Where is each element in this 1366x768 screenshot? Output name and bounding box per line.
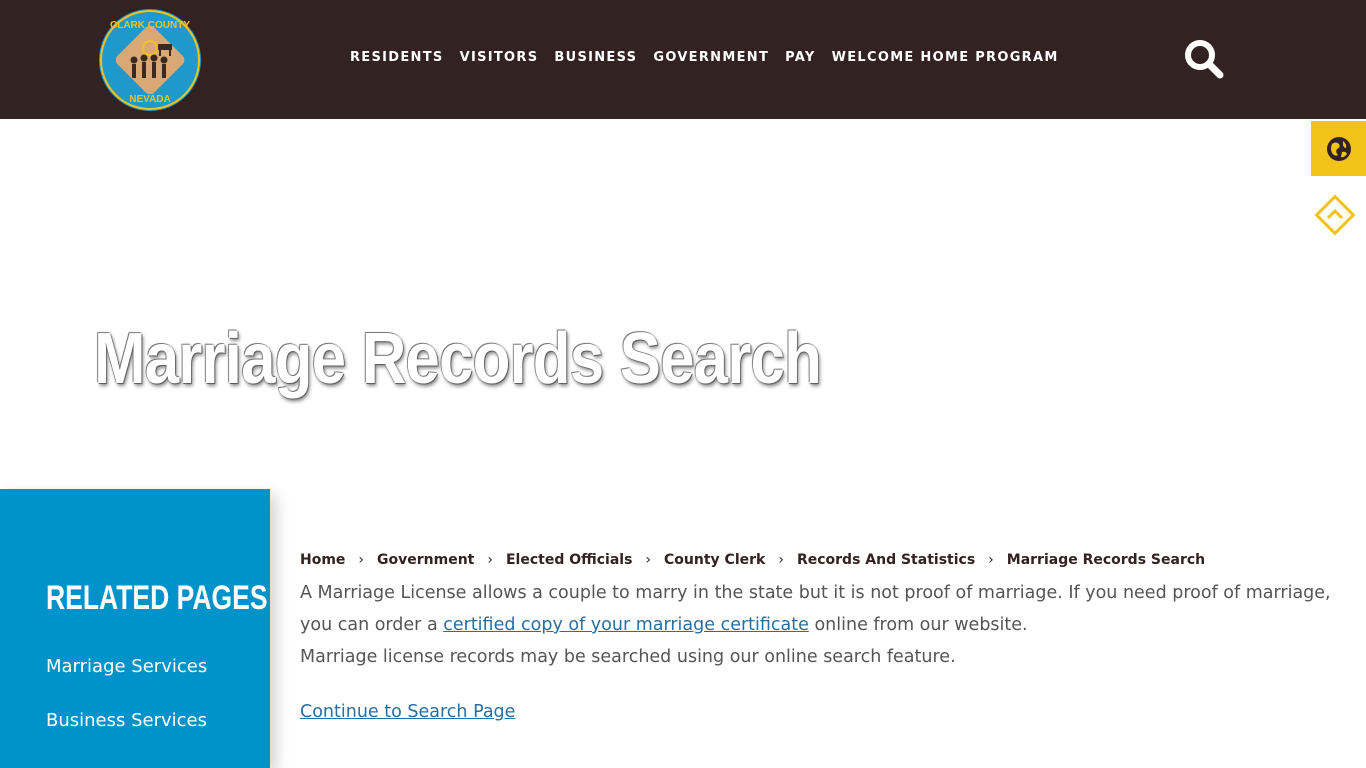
related-pages-sidebar: RELATED PAGES Marriage Services Business… bbox=[0, 489, 270, 768]
related-link-business-services[interactable]: Business Services bbox=[46, 710, 207, 731]
breadcrumb-chevron-icon: › bbox=[645, 552, 652, 568]
back-to-top-button[interactable] bbox=[1313, 193, 1357, 237]
breadcrumb-records-and-statistics[interactable]: Records And Statistics bbox=[797, 552, 975, 568]
intro-paragraph: A Marriage License allows a couple to ma… bbox=[300, 577, 1350, 641]
certified-copy-link[interactable]: certified copy of your marriage certific… bbox=[443, 615, 809, 635]
intro-text-end: online from our website. bbox=[808, 615, 1028, 635]
globe-icon bbox=[1326, 136, 1351, 161]
chevron-up-diamond-icon bbox=[1314, 194, 1356, 236]
breadcrumb-chevron-icon: › bbox=[358, 552, 365, 568]
breadcrumb-government[interactable]: Government bbox=[377, 552, 474, 568]
breadcrumb-elected-officials[interactable]: Elected Officials bbox=[506, 552, 632, 568]
search-button[interactable] bbox=[1182, 37, 1226, 81]
nav-pay[interactable]: PAY bbox=[785, 50, 815, 66]
related-link-marriage-services[interactable]: Marriage Services bbox=[46, 656, 207, 677]
breadcrumb: Home › Government › Elected Officials › … bbox=[300, 552, 1205, 568]
breadcrumb-current-page: Marriage Records Search bbox=[1006, 552, 1206, 568]
nav-government[interactable]: GOVERNMENT bbox=[653, 50, 769, 66]
breadcrumb-home[interactable]: Home bbox=[300, 552, 345, 568]
svg-text:NEVADA: NEVADA bbox=[129, 94, 170, 105]
clark-county-logo[interactable]: CLARK COUNTY NEVADA bbox=[98, 8, 202, 112]
svg-text:CLARK COUNTY: CLARK COUNTY bbox=[110, 20, 190, 31]
logo-seal-icon: CLARK COUNTY NEVADA bbox=[99, 9, 201, 111]
translate-button[interactable] bbox=[1311, 121, 1366, 176]
search-icon bbox=[1185, 40, 1224, 79]
nav-visitors[interactable]: VISITORS bbox=[460, 50, 539, 66]
breadcrumb-chevron-icon: › bbox=[988, 552, 994, 568]
main-nav: RESIDENTS VISITORS BUSINESS GOVERNMENT P… bbox=[350, 50, 1075, 66]
breadcrumb-chevron-icon: › bbox=[487, 552, 493, 568]
nav-welcome-home-program[interactable]: WELCOME HOME PROGRAM bbox=[832, 50, 1059, 66]
nav-business[interactable]: BUSINESS bbox=[554, 50, 637, 66]
search-info-paragraph: Marriage license records may be searched… bbox=[300, 647, 956, 667]
main-content: A Marriage License allows a couple to ma… bbox=[300, 577, 1350, 673]
breadcrumb-chevron-icon: › bbox=[778, 552, 784, 568]
site-header: CLARK COUNTY NEVADA RESIDENTS VISITORS B… bbox=[0, 0, 1366, 119]
breadcrumb-county-clerk[interactable]: County Clerk bbox=[664, 552, 765, 568]
nav-residents[interactable]: RESIDENTS bbox=[350, 50, 444, 66]
related-pages-heading: RELATED PAGES bbox=[46, 579, 268, 617]
page-title: Marriage Records Search bbox=[94, 319, 822, 399]
continue-to-search-link[interactable]: Continue to Search Page bbox=[300, 702, 515, 722]
